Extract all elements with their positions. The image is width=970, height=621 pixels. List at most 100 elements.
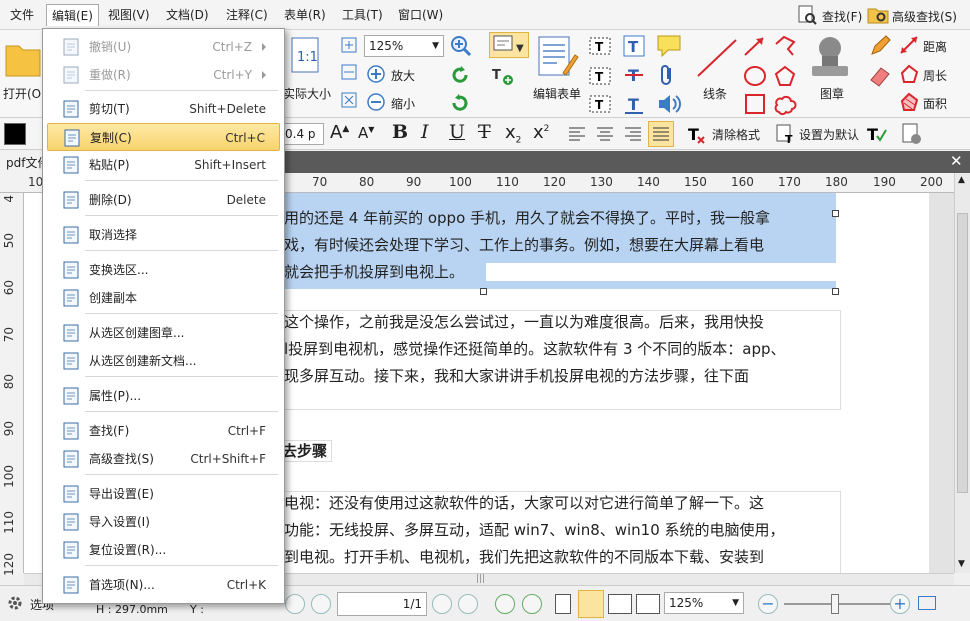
menu-item-stamp-from-selection[interactable]: 从选区创建图章... xyxy=(47,319,280,347)
zoom-combo[interactable]: 125% ▼ xyxy=(364,35,444,57)
menu-view[interactable]: 视图(V) xyxy=(103,4,155,26)
align-right-icon[interactable] xyxy=(624,125,642,143)
menu-item-paste[interactable]: 粘贴(P) Shift+Insert xyxy=(47,151,280,179)
paragraph-line[interactable]: l投屏到电视机，感觉操作还挺简单的。这款软件有 3 个不同的版本：app、 xyxy=(284,336,786,363)
arrow-tool-icon[interactable] xyxy=(742,34,768,58)
color-swatch[interactable] xyxy=(4,123,26,145)
menu-item-import-settings[interactable]: 导入设置(I) xyxy=(47,508,280,536)
menu-item-export-settings[interactable]: 导出设置(E) xyxy=(47,480,280,508)
resize-handle[interactable] xyxy=(832,210,839,217)
underline-icon[interactable]: U xyxy=(449,121,465,143)
italic-icon[interactable]: I xyxy=(421,121,429,143)
menu-form[interactable]: 表单(R) xyxy=(279,4,331,26)
pencil-icon[interactable] xyxy=(868,34,892,58)
forward-icon[interactable] xyxy=(522,594,542,614)
previous-page-icon[interactable] xyxy=(311,594,331,614)
first-page-icon[interactable] xyxy=(285,594,305,614)
add-text-tool-icon[interactable]: T xyxy=(490,65,520,89)
advanced-find-button[interactable]: 高级查找(S) xyxy=(892,8,957,25)
scroll-up-icon[interactable]: ▲ xyxy=(958,175,965,185)
facing-pages-icon[interactable] xyxy=(608,594,632,614)
section-heading[interactable]: 去步骤 xyxy=(282,438,327,465)
rotate-ccw-icon[interactable] xyxy=(449,64,471,86)
polygon-tool-icon[interactable] xyxy=(772,64,798,88)
menu-window[interactable]: 窗口(W) xyxy=(393,4,448,26)
vertical-scrollbar[interactable]: ▲ ▼ xyxy=(954,173,970,573)
menu-item-advanced-find[interactable]: 高级查找(S) Ctrl+Shift+F xyxy=(47,445,280,473)
text-properties-icon[interactable] xyxy=(900,122,924,146)
scroll-thumb[interactable] xyxy=(957,213,968,493)
page-number-input[interactable]: 1/1 xyxy=(337,592,427,616)
justify-icon[interactable] xyxy=(648,121,674,147)
eraser-icon[interactable] xyxy=(868,64,892,88)
zoom-in-button[interactable]: 放大 xyxy=(391,67,415,84)
edit-form-button[interactable]: 编辑表单 xyxy=(533,85,581,102)
menu-item-scissors[interactable]: 剪切(T) Shift+Delete xyxy=(47,95,280,123)
continuous-facing-icon[interactable] xyxy=(636,594,660,614)
polyline-tool-icon[interactable] xyxy=(772,34,798,58)
zoom-in-status-icon[interactable]: + xyxy=(890,594,910,614)
resize-handle[interactable] xyxy=(832,288,839,295)
menu-item-preferences[interactable]: 首选项(N)... Ctrl+K xyxy=(47,571,280,599)
bold-icon[interactable]: B xyxy=(392,121,408,143)
fullscreen-icon[interactable] xyxy=(918,596,936,610)
rectangle-tool-icon[interactable] xyxy=(742,92,768,116)
menu-item-reset-settings[interactable]: 复位设置(R)... xyxy=(47,536,280,564)
superscript-icon[interactable]: x2 xyxy=(533,122,549,143)
menu-item-new-doc-from-selection[interactable]: 从选区创建新文档... xyxy=(47,347,280,375)
text-field-icon[interactable]: T xyxy=(588,34,612,58)
text-box-icon[interactable]: T xyxy=(588,64,612,88)
menu-item-properties[interactable]: 属性(P)... xyxy=(47,382,280,410)
status-zoom-combo[interactable]: 125% ▼ xyxy=(664,592,744,614)
menu-edit[interactable]: 编辑(E) xyxy=(46,4,99,26)
edit-text-tool-icon[interactable]: ▼ xyxy=(489,32,529,58)
callout-icon[interactable]: T xyxy=(588,92,612,116)
menu-document[interactable]: 文档(D) xyxy=(161,4,214,26)
paragraph-line[interactable]: 这个操作，之前我是没怎么尝试过，一直以为难度很高。后来，我用快投 xyxy=(284,309,764,336)
menu-item-deselect[interactable]: 取消选择 xyxy=(47,221,280,249)
subscript-icon[interactable]: x2 xyxy=(505,122,521,146)
menu-item-duplicate[interactable]: 创建副本 xyxy=(47,284,280,312)
fit-page-icon[interactable] xyxy=(340,36,358,54)
sound-icon[interactable] xyxy=(656,92,682,116)
zoom-in-tool-icon[interactable] xyxy=(449,34,473,58)
menu-item-copy[interactable]: 复制(C) Ctrl+C xyxy=(47,123,280,151)
menu-item-transform-selection[interactable]: 变换选区... xyxy=(47,256,280,284)
actual-size-button[interactable]: 实际大小 xyxy=(283,85,331,102)
strikethrough-icon[interactable]: T xyxy=(478,121,491,143)
last-page-icon[interactable] xyxy=(458,594,478,614)
text-check-icon[interactable]: T xyxy=(866,123,888,145)
menu-item-trash[interactable]: 删除(D) Delete xyxy=(47,186,280,214)
area-button[interactable]: 面积 xyxy=(923,95,947,112)
underline-tool-icon[interactable]: T xyxy=(622,92,646,116)
paragraph-line[interactable]: 现多屏互动。接下来，我和大家讲讲手机投屏电视的方法步骤，往下面 xyxy=(284,363,749,390)
menu-item-find[interactable]: 查找(F) Ctrl+F xyxy=(47,417,280,445)
fit-visible-icon[interactable] xyxy=(340,91,358,109)
scroll-down-icon[interactable]: ▼ xyxy=(958,559,965,569)
paragraph-line[interactable]: 戏，有时候还会处理下学习、工作上的事务。例如，想要在大屏幕上看电 xyxy=(284,232,764,259)
stamp-button[interactable]: 图章 xyxy=(820,85,844,102)
continuous-page-icon[interactable] xyxy=(578,590,604,618)
zoom-slider-thumb[interactable] xyxy=(831,594,839,614)
zoom-out-status-icon[interactable]: − xyxy=(758,594,778,614)
typewriter-icon[interactable]: T xyxy=(622,34,646,58)
back-icon[interactable] xyxy=(495,594,515,614)
resize-handle[interactable] xyxy=(480,288,487,295)
grow-font-icon[interactable]: A▲ xyxy=(330,122,349,143)
perimeter-button[interactable]: 周长 xyxy=(923,67,947,84)
find-button[interactable]: 查找(F) xyxy=(822,8,862,25)
paragraph-line[interactable]: 电视：还没有使用过这款软件的话，大家可以对它进行简单了解一下。这 xyxy=(284,490,764,517)
paragraph-line[interactable]: 就会把手机投屏到电视上。 xyxy=(284,259,464,286)
paragraph-line[interactable]: 用的还是 4 年前买的 oppo 手机，用久了就会不得换了。平时，我一般拿 xyxy=(284,205,770,232)
rotate-cw-icon[interactable] xyxy=(449,92,471,114)
font-size-combo[interactable]: 0.4 p xyxy=(284,123,324,145)
fit-width-icon[interactable] xyxy=(340,63,358,81)
distance-button[interactable]: 距离 xyxy=(923,38,947,55)
menu-tools[interactable]: 工具(T) xyxy=(337,4,388,26)
note-icon[interactable] xyxy=(656,34,682,58)
paragraph-line[interactable]: 功能：无线投屏、多屏互动，适配 win7、win8、win10 系统的电脑使用， xyxy=(284,517,785,544)
lines-button[interactable]: 线条 xyxy=(703,85,727,102)
open-button[interactable]: 打开(O) xyxy=(3,85,46,102)
close-tab-icon[interactable]: ✕ xyxy=(950,152,963,170)
menu-file[interactable]: 文件 xyxy=(5,4,39,26)
